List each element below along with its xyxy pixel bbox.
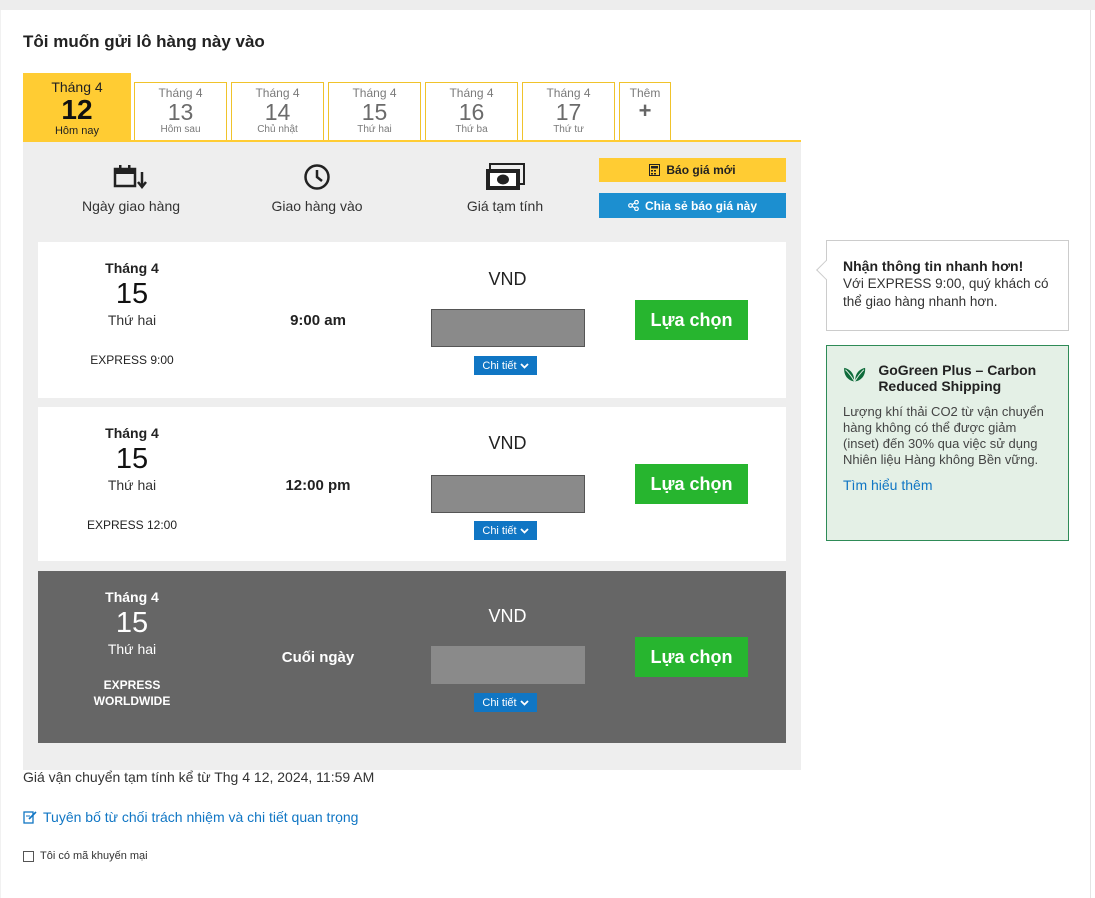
top-strip xyxy=(0,0,1095,10)
gogreen-header: GoGreen Plus – Carbon Reduced Shipping xyxy=(843,360,1053,394)
option-month: Tháng 4 xyxy=(105,260,159,276)
tab-weekday: Hôm nay xyxy=(54,125,100,137)
leaf-icon xyxy=(844,367,866,382)
tab-weekday: Hôm sau xyxy=(160,124,201,135)
tab-weekday: Thứ tư xyxy=(553,124,584,135)
option-currency: VND xyxy=(488,433,527,453)
share-quote-label: Chia sẻ báo giá này xyxy=(644,198,758,213)
share-icon xyxy=(628,200,639,211)
checkbox[interactable] xyxy=(23,850,34,862)
option-currency: VND xyxy=(488,606,527,626)
tab-day: 17 xyxy=(555,99,582,125)
tab-day: 16 xyxy=(458,99,485,125)
option-service: EXPRESS 12:00 xyxy=(86,518,178,532)
page-title: Tôi muốn gửi lô hàng này vào xyxy=(23,32,265,51)
option-day: 15 xyxy=(115,443,149,475)
info-title: Nhận thông tin nhanh hơn! xyxy=(843,258,1024,274)
column-delivery-time: Giao hàng vào xyxy=(257,162,377,214)
price-field xyxy=(431,475,585,513)
option-time: 12:00 pm xyxy=(285,477,351,494)
share-quote-button[interactable]: Chia sẻ báo giá này xyxy=(599,193,786,218)
option-day: 15 xyxy=(115,607,149,639)
calendar-icon xyxy=(71,162,191,192)
info-body: Với EXPRESS 9:00, quý khách có thể giao … xyxy=(843,276,1049,309)
new-quote-label: Báo giá mới xyxy=(666,163,736,177)
choose-button[interactable]: Lựa chọn xyxy=(635,464,748,504)
tab-date-12[interactable]: Tháng 4 12 Hôm nay xyxy=(23,73,131,141)
option-date: Tháng 4 15 Thứ hai EXPRESS 12:00 xyxy=(82,425,182,533)
disclaimer-link[interactable]: Tuyên bố từ chối trách nhiệm và chi tiết… xyxy=(23,809,358,825)
option-time: 9:00 am xyxy=(290,312,346,329)
column-delivery-date: Ngày giao hàng xyxy=(71,162,191,214)
option-service: EXPRESS 9:00 xyxy=(90,353,174,367)
money-icon xyxy=(445,162,565,192)
results-panel: Ngày giao hàng Giao hàng vào Giá tạm tín… xyxy=(23,142,801,770)
option-service: EXPRESS WORLDWIDE xyxy=(93,678,171,708)
tab-more[interactable]: Thêm + xyxy=(619,82,671,140)
detail-label: Chi tiết xyxy=(482,359,517,372)
gogreen-panel: GoGreen Plus – Carbon Reduced Shipping L… xyxy=(826,345,1069,541)
column-label: Ngày giao hàng xyxy=(81,198,181,214)
option-weekday: Thứ hai xyxy=(107,641,157,657)
date-tabs: Tháng 4 12 Hôm nay Tháng 4 13 Hôm sau Th… xyxy=(23,73,801,141)
tab-weekday: Thứ hai xyxy=(357,124,392,135)
tab-date-13[interactable]: Tháng 4 13 Hôm sau xyxy=(134,82,227,140)
gogreen-body: Lượng khí thải CO2 từ vận chuyển hàng kh… xyxy=(843,404,1044,467)
plus-icon: + xyxy=(638,98,652,123)
price-field xyxy=(431,309,585,347)
option-day: 15 xyxy=(115,278,149,310)
shipping-option-express-12: Tháng 4 15 Thứ hai EXPRESS 12:00 12:00 p… xyxy=(38,407,786,561)
option-weekday: Thứ hai xyxy=(107,312,157,328)
option-date: Tháng 4 15 Thứ hai EXPRESS WORLDWIDE xyxy=(82,589,182,709)
column-label: Giao hàng vào xyxy=(271,198,363,214)
detail-button[interactable]: Chi tiết xyxy=(474,693,537,712)
option-currency: VND xyxy=(488,269,527,289)
price-field xyxy=(431,646,585,684)
faster-info-tooltip: Nhận thông tin nhanh hơn! Với EXPRESS 9:… xyxy=(816,240,1069,331)
estimate-timestamp-note: Giá vận chuyển tạm tính kể từ Thg 4 12, … xyxy=(23,769,375,785)
chevron-down-icon xyxy=(519,527,529,534)
tab-date-16[interactable]: Tháng 4 16 Thứ ba xyxy=(425,82,518,140)
edit-note-icon xyxy=(23,811,37,824)
learn-more-link[interactable]: Tìm hiểu thêm xyxy=(843,477,1053,493)
detail-button[interactable]: Chi tiết xyxy=(474,521,537,540)
choose-button[interactable]: Lựa chọn xyxy=(635,300,748,340)
choose-button[interactable]: Lựa chọn xyxy=(635,637,748,677)
column-label: Giá tạm tính xyxy=(466,198,544,214)
promo-code-checkbox[interactable]: Tôi có mã khuyến mại xyxy=(23,850,148,862)
option-month: Tháng 4 xyxy=(105,589,159,605)
tab-weekday: Chủ nhật xyxy=(257,124,298,135)
option-date: Tháng 4 15 Thứ hai EXPRESS 9:00 xyxy=(82,260,182,368)
tab-date-17[interactable]: Tháng 4 17 Thứ tư xyxy=(522,82,615,140)
tab-day: 12 xyxy=(61,94,93,125)
detail-button[interactable]: Chi tiết xyxy=(474,356,537,375)
calculator-icon xyxy=(649,164,661,176)
clock-icon xyxy=(257,162,377,192)
tab-day: 13 xyxy=(167,99,194,125)
shipping-option-express-worldwide: Tháng 4 15 Thứ hai EXPRESS WORLDWIDE Cuố… xyxy=(38,571,786,743)
chevron-down-icon xyxy=(519,699,529,706)
shipping-option-express-9: Tháng 4 15 Thứ hai EXPRESS 9:00 9:00 am … xyxy=(38,242,786,398)
promo-label: Tôi có mã khuyến mại xyxy=(40,850,148,862)
detail-label: Chi tiết xyxy=(482,524,517,537)
option-weekday: Thứ hai xyxy=(107,477,157,493)
gogreen-title: GoGreen Plus – Carbon Reduced Shipping xyxy=(878,362,1037,394)
tab-month: Tháng 4 xyxy=(51,79,103,95)
disclaimer-label: Tuyên bố từ chối trách nhiệm và chi tiết… xyxy=(43,809,359,825)
option-month: Tháng 4 xyxy=(105,425,159,441)
tab-date-15[interactable]: Tháng 4 15 Thứ hai xyxy=(328,82,421,140)
tab-weekday: Thứ ba xyxy=(455,124,488,135)
new-quote-button[interactable]: Báo giá mới xyxy=(599,158,786,182)
tab-date-14[interactable]: Tháng 4 14 Chủ nhật xyxy=(231,82,324,140)
tab-day: 15 xyxy=(361,99,388,125)
detail-label: Chi tiết xyxy=(482,696,517,709)
chevron-down-icon xyxy=(519,362,529,369)
column-estimated-price: Giá tạm tính xyxy=(445,162,565,214)
tab-day: 14 xyxy=(264,99,291,125)
option-time: Cuối ngày xyxy=(281,649,355,666)
